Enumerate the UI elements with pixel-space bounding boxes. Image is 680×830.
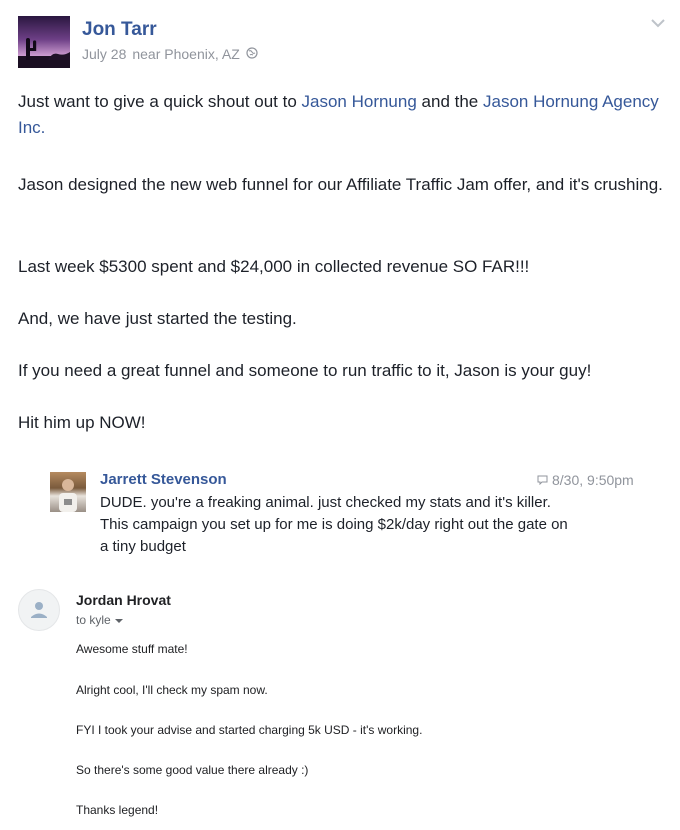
post-text: and the: [416, 92, 483, 111]
cactus-sunset-image: [18, 38, 70, 68]
post-paragraph-1: Just want to give a quick shout out to J…: [18, 89, 668, 141]
comment-text: DUDE. you're a freaking animal. just che…: [100, 494, 568, 555]
post-location[interactable]: near Phoenix, AZ: [132, 46, 239, 62]
post-paragraph-6: Hit him up NOW!: [18, 413, 146, 432]
post-paragraph-3: Last week $5300 spent and $24,000 in col…: [18, 257, 530, 276]
email-line: Thanks legend!: [76, 803, 159, 817]
post-text: Just want to give a quick shout out to: [18, 92, 302, 111]
post-author-name[interactable]: Jon Tarr: [82, 19, 157, 41]
post-options-chevron-icon[interactable]: [650, 16, 666, 28]
mention-link-jason[interactable]: Jason Hornung: [302, 92, 417, 111]
recipient-dropdown[interactable]: to kyle: [76, 613, 123, 627]
email-line: Alright cool, I'll check my spam now.: [76, 683, 268, 697]
comment-author-name[interactable]: Jarrett Stevenson: [100, 471, 227, 488]
post-paragraph-4: And, we have just started the testing.: [18, 309, 297, 328]
recipient-label: to kyle: [76, 613, 111, 627]
person-photo-image: [59, 479, 77, 512]
post-paragraph-2: Jason designed the new web funnel for ou…: [18, 175, 663, 194]
comment-timestamp: 8/30, 9:50pm: [552, 472, 634, 488]
comment-bubble-icon: [537, 472, 548, 488]
post-date[interactable]: July 28: [82, 46, 126, 62]
sender-avatar-icon: [18, 589, 60, 631]
caret-down-icon: [114, 613, 123, 627]
comment-meta: 8/30, 9:50pm: [537, 472, 634, 488]
email-line: So there's some good value there already…: [76, 763, 309, 777]
email-line: FYI I took your advise and started charg…: [76, 723, 423, 737]
email-line: Awesome stuff mate!: [76, 642, 188, 656]
author-avatar[interactable]: [18, 16, 70, 68]
commenter-avatar[interactable]: [50, 472, 86, 512]
post-paragraph-5: If you need a great funnel and someone t…: [18, 361, 592, 380]
post-meta: July 28 near Phoenix, AZ: [82, 46, 258, 62]
globe-icon: [246, 46, 258, 62]
email-sender-name: Jordan Hrovat: [76, 592, 171, 608]
